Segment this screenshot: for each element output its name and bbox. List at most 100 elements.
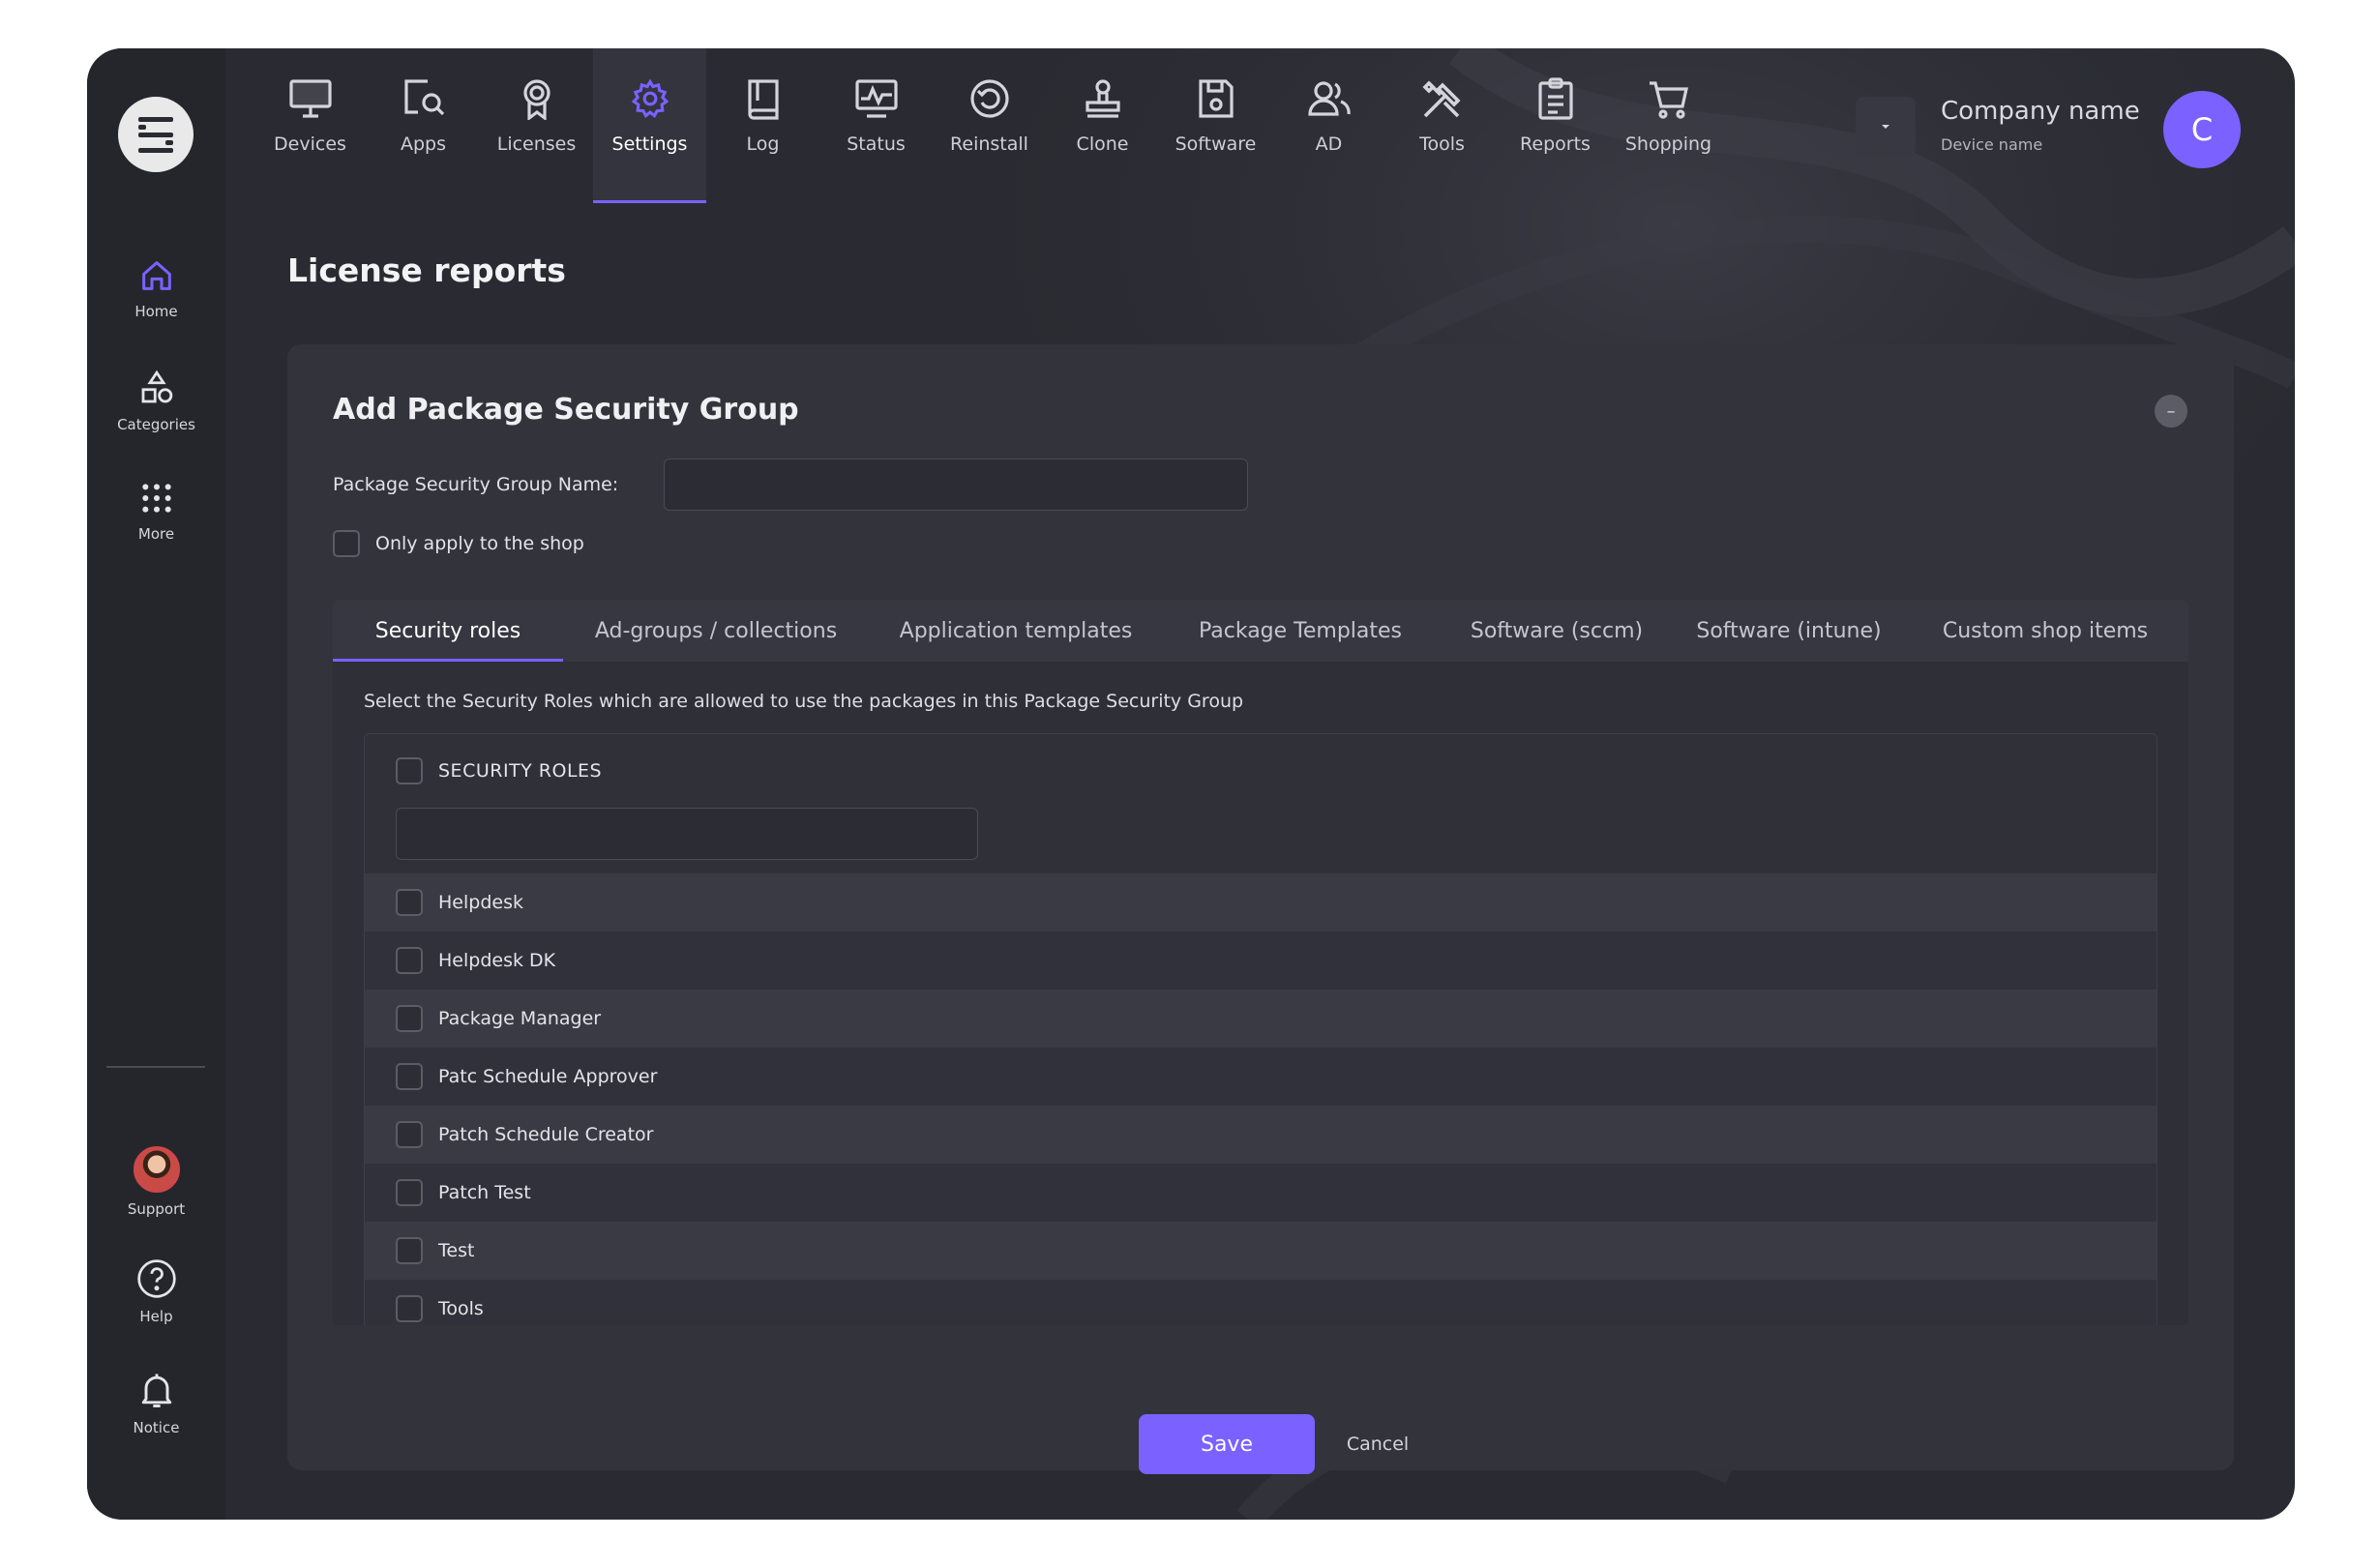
- sidebar-item-label: Support: [127, 1200, 186, 1218]
- sidebar: Home Categories More Support Help Notice: [87, 48, 225, 1520]
- grid-dots-icon: [141, 484, 171, 513]
- role-checkbox[interactable]: [396, 1179, 423, 1206]
- monitor-icon: [288, 79, 332, 118]
- list-item[interactable]: Helpdesk: [365, 873, 2157, 931]
- sidebar-item-help[interactable]: Help: [87, 1257, 225, 1325]
- nav-ad[interactable]: AD: [1272, 48, 1385, 203]
- list-item[interactable]: Helpdesk DK: [365, 931, 2157, 990]
- nav-software[interactable]: Software: [1159, 48, 1272, 203]
- company-name: Company name: [1941, 97, 2140, 126]
- nav-status[interactable]: Status: [819, 48, 933, 203]
- role-checkbox[interactable]: [396, 1237, 423, 1264]
- list-item[interactable]: Patch Schedule Creator: [365, 1106, 2157, 1164]
- select-all-roles-checkbox[interactable]: [396, 757, 423, 784]
- role-label: Test: [438, 1240, 475, 1261]
- group-name-input[interactable]: [664, 458, 1248, 511]
- tab-bar: Security roles Ad-groups / collections A…: [333, 600, 2188, 662]
- role-checkbox[interactable]: [396, 947, 423, 974]
- page-title: License reports: [287, 251, 566, 289]
- tab-software-sccm[interactable]: Software (sccm): [1438, 600, 1676, 662]
- group-name-label: Package Security Group Name:: [333, 474, 619, 495]
- cart-icon: [1649, 81, 1688, 119]
- tab-software-intune[interactable]: Software (intune): [1676, 600, 1902, 662]
- app-search-icon: [403, 79, 444, 116]
- roles-filter-input[interactable]: [396, 808, 978, 860]
- list-item[interactable]: Test: [365, 1222, 2157, 1280]
- tab-ad-groups[interactable]: Ad-groups / collections: [563, 600, 869, 662]
- add-package-security-group-card: Add Package Security Group – Package Sec…: [287, 344, 2234, 1474]
- role-checkbox[interactable]: [396, 889, 423, 916]
- clipboard-icon: [1537, 77, 1573, 120]
- disk-icon: [1198, 79, 1234, 118]
- role-label: Patch Test: [438, 1182, 531, 1203]
- device-name: Device name: [1941, 135, 2043, 154]
- list-item[interactable]: Patch Test: [365, 1164, 2157, 1222]
- nav-tools[interactable]: Tools: [1385, 48, 1499, 203]
- tools-icon: [1421, 80, 1461, 118]
- collapse-button[interactable]: –: [2155, 395, 2187, 428]
- nav-label: Reinstall: [950, 133, 1028, 155]
- nav-log[interactable]: Log: [706, 48, 819, 203]
- security-roles-list-box: SECURITY ROLES Helpdesk Helpdesk DK Pack…: [364, 733, 2157, 1325]
- sidebar-item-more[interactable]: More: [87, 479, 225, 543]
- tab-security-roles[interactable]: Security roles: [333, 600, 563, 662]
- role-checkbox[interactable]: [396, 1295, 423, 1322]
- company-dropdown-button[interactable]: [1856, 97, 1916, 157]
- nav-shopping[interactable]: Shopping: [1612, 48, 1725, 203]
- security-roles-description: Select the Security Roles which are allo…: [364, 691, 1244, 712]
- security-roles-header-label: SECURITY ROLES: [438, 760, 603, 782]
- sidebar-item-categories[interactable]: Categories: [87, 368, 225, 433]
- sidebar-item-notice[interactable]: Notice: [87, 1369, 225, 1436]
- sidebar-item-label: Notice: [133, 1419, 180, 1436]
- nav-settings[interactable]: Settings: [593, 48, 706, 203]
- sidebar-item-home[interactable]: Home: [87, 256, 225, 320]
- nav-reports[interactable]: Reports: [1499, 48, 1612, 203]
- gear-icon: [631, 78, 669, 118]
- sidebar-item-support[interactable]: Support: [87, 1146, 225, 1218]
- shop-only-checkbox[interactable]: [333, 530, 360, 557]
- sidebar-item-label: Categories: [117, 416, 195, 433]
- role-label: Patch Schedule Creator: [438, 1124, 654, 1145]
- nav-devices[interactable]: Devices: [253, 48, 367, 203]
- sidebar-item-label: More: [137, 525, 175, 543]
- badge-icon: [522, 79, 550, 120]
- role-checkbox[interactable]: [396, 1005, 423, 1032]
- nav-label: Settings: [611, 133, 688, 155]
- nav-clone[interactable]: Clone: [1046, 48, 1159, 203]
- stamp-icon: [1085, 79, 1120, 118]
- cancel-button[interactable]: Cancel: [1324, 1414, 1431, 1474]
- reinstall-icon: [969, 79, 1009, 118]
- nav-label: Tools: [1419, 133, 1465, 155]
- role-checkbox[interactable]: [396, 1121, 423, 1148]
- save-button[interactable]: Save: [1139, 1414, 1315, 1474]
- company-avatar[interactable]: C: [2163, 91, 2241, 168]
- nav-label: Clone: [1076, 133, 1129, 155]
- nav-label: Log: [746, 133, 780, 155]
- tabs-panel: Security roles Ad-groups / collections A…: [333, 600, 2188, 1325]
- tab-custom-shop-items[interactable]: Custom shop items: [1902, 600, 2188, 662]
- nav-apps[interactable]: Apps: [367, 48, 480, 203]
- list-item[interactable]: Patc Schedule Approver: [365, 1048, 2157, 1106]
- nav-label: Licenses: [496, 133, 577, 155]
- users-icon: [1307, 81, 1351, 116]
- nav-label: Apps: [400, 133, 447, 155]
- tab-application-templates[interactable]: Application templates: [869, 600, 1163, 662]
- top-navigation: Devices Apps Licenses Settings Log Statu…: [253, 48, 1725, 203]
- tab-package-templates[interactable]: Package Templates: [1163, 600, 1438, 662]
- role-label: Tools: [438, 1298, 484, 1319]
- shop-only-label: Only apply to the shop: [375, 533, 584, 554]
- nav-label: Status: [847, 133, 906, 155]
- role-label: Helpdesk DK: [438, 950, 556, 971]
- list-item[interactable]: Tools: [365, 1280, 2157, 1325]
- app-window: Home Categories More Support Help Notice…: [87, 48, 2295, 1520]
- nav-reinstall[interactable]: Reinstall: [933, 48, 1046, 203]
- company-switcher: Company name Device name C: [1856, 91, 2241, 174]
- s-logo-icon[interactable]: [118, 97, 193, 172]
- nav-licenses[interactable]: Licenses: [480, 48, 593, 203]
- nav-label: Software: [1175, 133, 1257, 155]
- chart-monitor-icon: [854, 79, 898, 118]
- list-item[interactable]: Package Manager: [365, 990, 2157, 1048]
- sidebar-item-label: Home: [134, 303, 178, 320]
- shop-only-row: Only apply to the shop: [333, 530, 584, 557]
- role-checkbox[interactable]: [396, 1063, 423, 1090]
